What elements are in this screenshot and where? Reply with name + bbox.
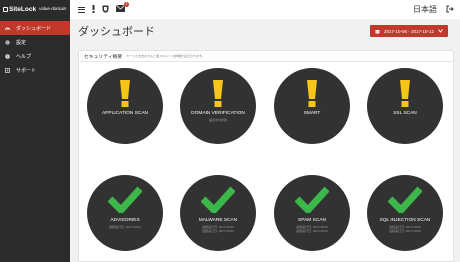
sidebar: SiteLock value-domain ダッシュボード 設定 ? ヘルプ サ… [0, 0, 70, 262]
partner-logo: value-domain [39, 7, 66, 12]
gear-icon [5, 40, 10, 45]
card-subtext-line: 最終実行日: 2017/10/12 [389, 229, 421, 233]
language-selector[interactable]: 日本語 [413, 4, 437, 15]
warning-icon [213, 80, 223, 107]
alert-button[interactable] [92, 4, 95, 15]
card-label: MALWARE SCAN [198, 218, 238, 223]
checkmark-icon [201, 186, 235, 213]
exclamation-icon [92, 4, 95, 13]
card-subtext: 最終実行日: 2017/10/12 最終実行日: 2017/10/12 [274, 225, 350, 233]
smart-card[interactable]: SMART [274, 68, 350, 144]
security-overview-panel: セキュリティ概要 カーソルを合わせると各スキャン の詳細が表示されます。 APP… [78, 50, 454, 262]
sql-injection-scan-card[interactable]: SQL INJECTION SCAN 最終実行日: 2017/10/12 最終実… [367, 175, 443, 251]
sidebar-item-label: ダッシュボード [16, 25, 52, 32]
malware-scan-card[interactable]: MALWARE SCAN 最終実行日: 2017/10/12 最終実行日: 20… [180, 175, 256, 251]
domain-verification-card[interactable]: DOMAIN VERIFICATION 設定中の状態 [180, 68, 256, 144]
sidebar-item-label: ヘルプ [16, 53, 32, 60]
lock-icon [3, 7, 8, 12]
spam-scan-card[interactable]: SPAM SCAN 最終実行日: 2017/10/12 最終実行日: 2017/… [274, 175, 350, 251]
sidebar-item-dashboard[interactable]: ダッシュボード [0, 21, 70, 35]
warning-icon [307, 80, 317, 107]
date-range-text: 2017-10-06 - 2017-10-12 [383, 28, 435, 34]
sitelock-logo[interactable]: SiteLock [3, 6, 36, 13]
card-subtext-line: 最終実行日: 2017/10/12 [296, 229, 328, 233]
card-label: SQL INJECTION SCAN [379, 218, 431, 223]
card-label: ADVISORIES [110, 218, 140, 223]
date-range-button[interactable]: 2017-10-06 - 2017-10-12 [370, 25, 448, 37]
dashboard-icon [5, 26, 10, 31]
application-scan-card[interactable]: APPLICATION SCAN [87, 68, 163, 144]
sidebar-item-support[interactable]: サポート [0, 63, 70, 77]
card-label: SPAM SCAN [298, 218, 326, 223]
warning-icon [400, 80, 410, 107]
warning-icon [120, 80, 130, 107]
card-label: SSL SCAN [393, 111, 417, 116]
card-subtext: 設定中の状態 [208, 118, 227, 122]
sidebar-item-label: 設定 [16, 39, 27, 46]
panel-title: セキュリティ概要 [84, 54, 123, 60]
logout-button[interactable] [446, 5, 454, 15]
hamburger-icon [78, 6, 85, 13]
partner-text: value-domain [39, 6, 67, 12]
sidebar-item-label: サポート [16, 67, 37, 74]
chevron-down-icon [438, 29, 443, 33]
logo-bar: SiteLock value-domain [0, 0, 70, 19]
card-label: DOMAIN VERIFICATION [191, 111, 245, 116]
notification-badge: 2 [124, 2, 129, 7]
ssl-scan-card[interactable]: SSL SCAN [367, 68, 443, 144]
advisories-card[interactable]: ADVISORIES 最終実行日: 2017/10/12 [87, 175, 163, 251]
card-subtext: 最終実行日: 2017/10/12 最終実行日: 2017/10/12 [180, 225, 256, 233]
panel-header: セキュリティ概要 カーソルを合わせると各スキャン の詳細が表示されます。 [79, 51, 453, 62]
card-subtext: 最終実行日: 2017/10/12 最終実行日: 2017/10/12 [367, 225, 443, 233]
checkmark-icon [388, 186, 422, 213]
shield-button[interactable] [102, 5, 109, 15]
sidebar-item-help[interactable]: ? ヘルプ [0, 49, 70, 63]
card-label: SMART [303, 111, 321, 116]
support-icon [5, 67, 10, 73]
shield-icon [102, 5, 109, 13]
card-subtext-line: 最終実行日: 2017/10/12 [202, 229, 234, 233]
panel-subtitle: カーソルを合わせると各スキャン の詳細が表示されます。 [126, 54, 205, 58]
logo-text: SiteLock [9, 6, 37, 13]
help-icon: ? [5, 53, 10, 59]
menu-toggle-button[interactable] [78, 6, 85, 13]
logout-icon [446, 5, 454, 12]
checkmark-icon [295, 186, 329, 213]
card-label: APPLICATION SCAN [101, 111, 149, 116]
calendar-icon [375, 29, 380, 33]
messages-button[interactable]: 2 [115, 2, 129, 14]
svg-text:?: ? [7, 54, 9, 58]
card-subtext: 最終実行日: 2017/10/12 [109, 225, 141, 229]
top-bar: 2 日本語 [70, 0, 460, 19]
checkmark-icon [108, 186, 142, 213]
main-content: ダッシュボード 2017-10-06 - 2017-10-12 セキュリティ概要… [70, 19, 460, 262]
page-title: ダッシュボード [78, 26, 155, 38]
sidebar-item-settings[interactable]: 設定 [0, 35, 70, 49]
